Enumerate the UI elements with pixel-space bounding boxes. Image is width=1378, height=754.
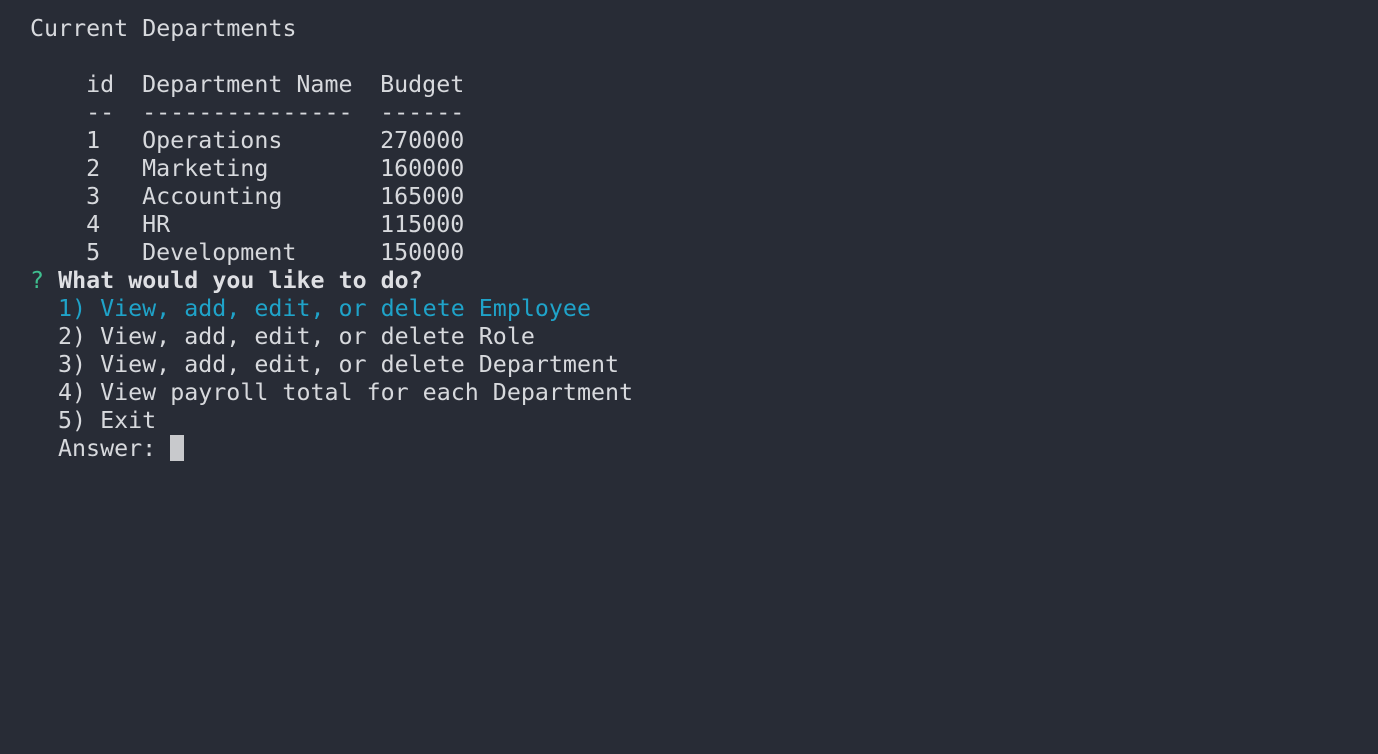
row-id: 2 (86, 155, 101, 182)
row-name: HR (142, 211, 171, 238)
header-budget: Budget (380, 71, 465, 98)
separator-name: --------------- (142, 99, 353, 126)
row-id: 4 (86, 211, 101, 238)
menu-option-department[interactable]: 3) View, add, edit, or delete Department (30, 351, 1360, 379)
row-budget: 165000 (380, 183, 465, 210)
menu-option-role[interactable]: 2) View, add, edit, or delete Role (30, 323, 1360, 351)
prompt-question-line: ? What would you like to do? (30, 267, 1360, 295)
row-id: 5 (86, 239, 101, 266)
header-department-name: Department Name (142, 71, 353, 98)
menu-option-payroll[interactable]: 4) View payroll total for each Departmen… (30, 379, 1360, 407)
separator-budget: ------ (380, 99, 465, 126)
prompt-question: What would you like to do? (58, 267, 423, 294)
menu-option-exit[interactable]: 5) Exit (30, 407, 1360, 435)
row-id: 3 (86, 183, 101, 210)
row-budget: 115000 (380, 211, 465, 238)
row-budget: 150000 (380, 239, 465, 266)
row-name: Development (142, 239, 297, 266)
row-budget: 270000 (380, 127, 465, 154)
answer-line[interactable]: Answer: (30, 435, 1360, 463)
menu-option-employee[interactable]: 1) View, add, edit, or delete Employee (30, 295, 1360, 323)
row-budget: 160000 (380, 155, 465, 182)
question-mark-icon: ? (30, 267, 45, 294)
row-name: Marketing (142, 155, 269, 182)
table-header-row: id Department Name Budget (30, 43, 1360, 98)
row-id: 1 (86, 127, 101, 154)
terminal-window: Current Departments id Department Name Bud… (30, 15, 1360, 745)
separator-id: -- (86, 99, 115, 126)
row-name: Accounting (142, 183, 283, 210)
answer-label: Answer: (58, 435, 171, 462)
table-title: Current Departments (30, 15, 297, 42)
header-id: id (86, 71, 115, 98)
text-cursor[interactable] (170, 435, 185, 461)
row-name: Operations (142, 127, 283, 154)
